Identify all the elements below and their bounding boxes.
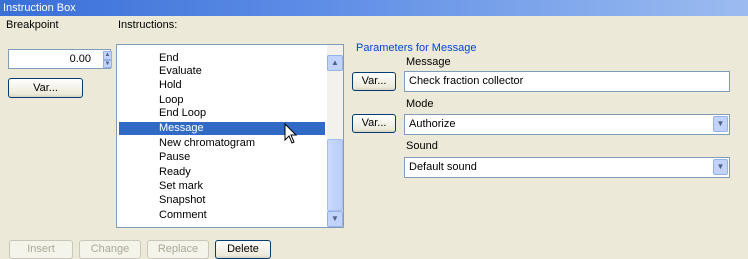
mode-var-button[interactable]: Var... (352, 114, 396, 133)
list-item-end[interactable]: End (119, 52, 325, 65)
instructions-scrollbar[interactable]: ▲ ▼ (327, 45, 343, 227)
chevron-down-icon[interactable]: ▼ (327, 211, 343, 227)
message-label: Message (406, 56, 451, 68)
window-title: Instruction Box (3, 2, 76, 14)
list-item-snapshot[interactable]: Snapshot (119, 194, 325, 207)
spin-down-icon[interactable]: ▼ (103, 59, 112, 68)
instructions-label: Instructions: (118, 19, 178, 31)
mouse-pointer-icon (284, 123, 298, 144)
spin-up-icon[interactable]: ▲ (103, 51, 112, 60)
message-value: Check fraction collector (409, 75, 524, 87)
chevron-down-icon[interactable]: ▼ (713, 159, 728, 175)
list-item-hold[interactable]: Hold (119, 79, 325, 92)
sound-select[interactable]: Default sound ▼ (404, 157, 730, 178)
list-item-end-loop[interactable]: End Loop (119, 107, 325, 120)
list-item-ready[interactable]: Ready (119, 166, 325, 179)
message-var-button[interactable]: Var... (352, 72, 396, 91)
list-item-comment[interactable]: Comment (119, 209, 325, 222)
change-button[interactable]: Change (79, 240, 141, 259)
mode-select[interactable]: Authorize ▼ (404, 114, 730, 135)
insert-button[interactable]: Insert (9, 240, 73, 259)
sound-value: Default sound (409, 161, 477, 173)
delete-button[interactable]: Delete (215, 240, 271, 259)
breakpoint-label: Breakpoint (6, 19, 59, 31)
chevron-up-icon[interactable]: ▲ (327, 55, 343, 71)
sound-label: Sound (406, 140, 438, 152)
list-item-loop[interactable]: Loop (119, 94, 325, 107)
instructions-listbox[interactable]: End Evaluate Hold Loop End Loop Message … (116, 44, 344, 228)
scrollbar-thumb[interactable] (327, 139, 343, 211)
breakpoint-var-button[interactable]: Var... (8, 78, 83, 98)
mode-label: Mode (406, 98, 434, 110)
list-item-evaluate[interactable]: Evaluate (119, 65, 325, 78)
replace-button[interactable]: Replace (147, 240, 209, 259)
chevron-down-icon[interactable]: ▼ (713, 116, 728, 132)
mode-value: Authorize (409, 118, 456, 130)
message-input[interactable]: Check fraction collector (404, 71, 730, 92)
breakpoint-field[interactable]: 0.00 ▲ ▼ (8, 49, 112, 69)
breakpoint-spin-icon[interactable]: ▲ ▼ (103, 51, 112, 68)
list-item-set-mark[interactable]: Set mark (119, 180, 325, 193)
parameters-heading: Parameters for Message (356, 42, 477, 54)
breakpoint-value: 0.00 (69, 53, 91, 65)
window-titlebar: Instruction Box (0, 0, 748, 16)
list-item-pause[interactable]: Pause (119, 151, 325, 164)
